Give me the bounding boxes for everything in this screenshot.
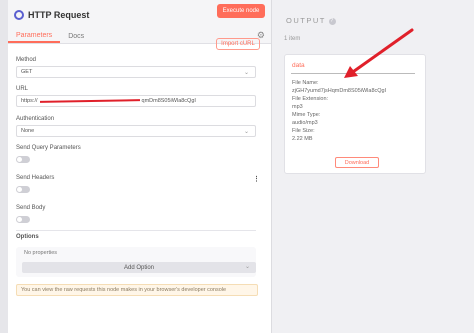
add-option-select[interactable]: Add Option ⌄	[22, 262, 256, 273]
item-count: 1 item	[284, 36, 301, 42]
tab-docs[interactable]: Docs	[60, 33, 92, 43]
authentication-label: Authentication	[16, 116, 55, 122]
chevron-down-icon: ⌄	[243, 70, 249, 76]
add-option-label: Add Option	[123, 264, 155, 271]
card-title: data	[292, 62, 305, 69]
help-icon[interactable]: ?	[328, 17, 336, 25]
url-input[interactable]: https:// qmDm8S05iWla8cQgI	[16, 95, 256, 107]
method-select[interactable]: GET ⌄	[16, 66, 256, 78]
canvas-edge	[0, 0, 8, 333]
send-query-label: Send Query Parameters	[16, 145, 81, 151]
file-size-value: 2.22 MB	[292, 136, 313, 142]
tab-parameters[interactable]: Parameters	[8, 32, 61, 43]
send-body-toggle[interactable]	[16, 216, 30, 223]
mime-type-label: Mime Type:	[292, 112, 321, 118]
send-body-label: Send Body	[16, 205, 46, 211]
chevron-down-icon: ⌄	[243, 129, 249, 135]
authentication-value: None	[21, 128, 35, 134]
options-label: Options	[16, 234, 39, 240]
annotation-arrow	[344, 28, 414, 78]
options-divider	[16, 230, 256, 231]
download-button[interactable]: Download	[335, 157, 379, 168]
file-extension-label: File Extension:	[292, 96, 329, 102]
send-headers-label: Send Headers	[16, 175, 55, 181]
import-curl-button[interactable]: Import cURL	[216, 38, 260, 50]
send-headers-toggle[interactable]	[16, 186, 30, 193]
file-extension-value: mp3	[292, 104, 303, 110]
method-label: Method	[16, 57, 37, 63]
more-options-icon[interactable]: ⋮	[253, 175, 260, 183]
panel-header: HTTP Request Execute node	[8, 0, 271, 30]
chevron-down-icon: ⌄	[244, 264, 250, 270]
node-title[interactable]: HTTP Request	[28, 10, 89, 20]
info-notice: You can view the raw requests this node …	[16, 284, 258, 296]
url-suffix: qmDm8S05iWla8cQgI	[141, 98, 196, 104]
no-properties-text: No properties	[24, 250, 58, 256]
output-title-text: OUTPUT	[286, 16, 326, 25]
send-query-toggle[interactable]	[16, 156, 30, 163]
execute-node-button[interactable]: Execute node	[217, 4, 265, 18]
url-prefix: https://	[21, 98, 38, 104]
file-size-label: File Size:	[292, 128, 315, 134]
globe-icon	[14, 10, 24, 20]
file-name-label: File Name:	[292, 80, 319, 86]
redaction-mark	[39, 99, 140, 103]
file-name-value: zjGH7yumd7jsHqmDm8S05iWla8cQgI	[292, 88, 387, 94]
info-text: You can view the raw requests this node …	[21, 287, 227, 293]
output-title: OUTPUT?	[286, 16, 336, 25]
url-label: URL	[16, 86, 29, 92]
method-value: GET	[21, 69, 33, 75]
authentication-select[interactable]: None ⌄	[16, 125, 256, 137]
mime-type-value: audio/mp3	[292, 120, 318, 126]
